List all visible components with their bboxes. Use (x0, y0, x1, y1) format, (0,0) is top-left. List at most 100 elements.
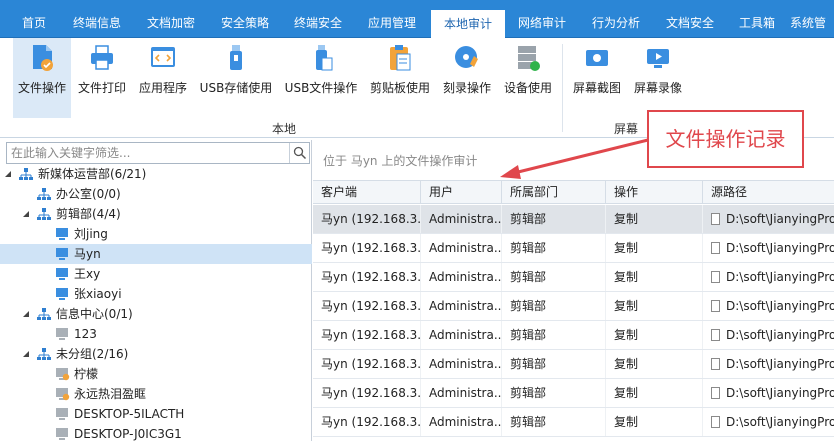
tree-node-label: 马yn (74, 247, 101, 261)
callout-arrow-icon (500, 138, 649, 179)
tree-terminal-node[interactable]: 柠檬 (0, 364, 312, 384)
cell-operation: 复制 (606, 379, 703, 407)
cell-text: D:\soft\JianyingPro (726, 299, 834, 313)
cell-text: 复制 (614, 241, 639, 255)
table-row[interactable]: 马yn (192.168.3... Administra... 剪辑部 复制 D:\so… (313, 408, 834, 437)
cell-text: 马yn (192.168.3... (321, 270, 421, 284)
ribbon-file-operation-button[interactable]: 文件操作 (13, 38, 71, 118)
cell-text: D:\soft\JianyingPro (726, 241, 834, 255)
tree-terminal-node[interactable]: 123 (0, 324, 312, 344)
cell-source-path: D:\soft\JianyingPro (703, 321, 834, 349)
computer-warning-icon (56, 388, 70, 401)
tab-app-management[interactable]: 应用管理 (357, 8, 427, 38)
clipboard-icon (390, 45, 411, 71)
usb-storage-icon (230, 45, 242, 70)
tab-behavior-analysis[interactable]: 行为分析 (581, 8, 651, 38)
ribbon-usb-file-button[interactable]: USB文件操作 (281, 38, 361, 118)
ribbon-screen-record-button[interactable]: 屏幕录像 (628, 38, 688, 118)
cell-text: D:\soft\JianyingPro (726, 270, 834, 284)
cell-text: 马yn (192.168.3... (321, 386, 421, 400)
tab-doc-security[interactable]: 文档安全 (655, 8, 725, 38)
tab-doc-encryption[interactable]: 文档加密 (136, 8, 206, 38)
column-header-client[interactable]: 客户端 (313, 181, 421, 203)
ribbon-disc-burn-button[interactable]: 刻录操作 (438, 38, 496, 118)
collapse-arrow-icon[interactable] (22, 310, 30, 318)
tab-network-audit[interactable]: 网络审计 (507, 8, 577, 38)
tree-terminal-node[interactable]: 张xiaoyi (0, 284, 312, 304)
tree-terminal-node[interactable]: DESKTOP-J0IC3G1 (0, 424, 312, 441)
ribbon-separator (562, 44, 563, 132)
tree-node-label: 信息中心(0/1) (56, 307, 133, 321)
cell-user: Administra... (421, 234, 502, 262)
tab-toolbox[interactable]: 工具箱 (729, 8, 785, 38)
tree-terminal-node[interactable]: 马yn (0, 244, 312, 264)
screenshot-icon (586, 50, 608, 66)
search-input[interactable] (11, 145, 291, 161)
cell-user: Administra... (421, 379, 502, 407)
table-row[interactable]: 马yn (192.168.3... Administra... 剪辑部 复制 D:\so… (313, 263, 834, 292)
cell-text: 复制 (614, 299, 639, 313)
tree-terminal-node[interactable]: 刘jing (0, 224, 312, 244)
ribbon-label: 刻录操作 (442, 81, 491, 95)
computer-icon (56, 228, 68, 240)
cell-text: 马yn (192.168.3... (321, 415, 421, 429)
ribbon-label: 文件打印 (77, 81, 126, 95)
tree-terminal-node[interactable]: 王xy (0, 264, 312, 284)
tab-home[interactable]: 首页 (10, 8, 58, 38)
cell-source-path: D:\soft\JianyingPro (703, 234, 834, 262)
cell-text: 剪辑部 (510, 212, 547, 226)
ribbon-label: USB文件操作 (284, 81, 358, 95)
cell-text: 剪辑部 (510, 241, 547, 255)
ribbon-label: 屏幕截图 (572, 81, 621, 95)
tree-group-node[interactable]: 未分组(2/16) (0, 344, 312, 364)
tree-group-node[interactable]: 新媒体运营部(6/21) (0, 164, 312, 184)
computer-icon (56, 328, 68, 340)
ribbon-application-button[interactable]: 应用程序 (134, 38, 192, 118)
file-icon (711, 387, 720, 399)
tab-terminal-info[interactable]: 终端信息 (60, 8, 134, 38)
location-label: 位于 马yn 上的文件操作审计 (323, 154, 478, 168)
file-icon (711, 300, 720, 312)
tree-node-label: 柠檬 (74, 367, 99, 381)
cell-text: 复制 (614, 357, 639, 371)
tab-system-management[interactable]: 系统管 (790, 8, 834, 38)
ribbon-device-button[interactable]: 设备使用 (500, 38, 556, 118)
cell-client: 马yn (192.168.3... (313, 234, 421, 262)
column-header-source-path[interactable]: 源路径 (703, 181, 834, 203)
tree-group-node[interactable]: 剪辑部(4/4) (0, 204, 312, 224)
ribbon-label: USB存储使用 (199, 81, 273, 95)
collapse-arrow-icon[interactable] (22, 210, 30, 218)
ribbon-file-print-button[interactable]: 文件打印 (74, 38, 130, 118)
tab-security-policy[interactable]: 安全策略 (210, 8, 280, 38)
org-group-icon (19, 168, 33, 180)
cell-text: Administra... (429, 270, 502, 284)
tab-local-audit[interactable]: 本地审计 (431, 10, 505, 38)
cell-user: Administra... (421, 321, 502, 349)
collapse-arrow-icon[interactable] (22, 350, 30, 358)
ribbon-clipboard-button[interactable]: 剪贴板使用 (366, 38, 434, 118)
search-button[interactable] (289, 143, 309, 163)
ribbon-group-local-label: 本地 (272, 122, 297, 136)
cell-department: 剪辑部 (502, 263, 606, 291)
table-row[interactable]: 马yn (192.168.3... Administra... 剪辑部 复制 D:\so… (313, 321, 834, 350)
table-row[interactable]: 马yn (192.168.3... Administra... 剪辑部 复制 D:\so… (313, 350, 834, 379)
cell-text: Administra... (429, 386, 502, 400)
ribbon-screenshot-button[interactable]: 屏幕截图 (568, 38, 626, 118)
collapse-arrow-icon[interactable] (4, 170, 12, 178)
cell-text: 复制 (614, 212, 639, 226)
cell-client: 马yn (192.168.3... (313, 379, 421, 407)
cell-client: 马yn (192.168.3... (313, 263, 421, 291)
table-row[interactable]: 马yn (192.168.3... Administra... 剪辑部 复制 D:\so… (313, 379, 834, 408)
cell-text: 复制 (614, 328, 639, 342)
tree-terminal-node[interactable]: DESKTOP-5ILACTH (0, 404, 312, 424)
tree-terminal-node[interactable]: 永远热泪盈眶 (0, 384, 312, 404)
table-row[interactable]: 马yn (192.168.3... Administra... 剪辑部 复制 D:\so… (313, 292, 834, 321)
table-row[interactable]: 马yn (192.168.3... Administra... 剪辑部 复制 D:\so… (313, 205, 834, 234)
tree-group-node[interactable]: 办公室(0/0) (0, 184, 312, 204)
ribbon-usb-storage-button[interactable]: USB存储使用 (196, 38, 276, 118)
tab-terminal-security[interactable]: 终端安全 (283, 8, 353, 38)
table-row[interactable]: 马yn (192.168.3... Administra... 剪辑部 复制 D:\so… (313, 234, 834, 263)
cell-text: 马yn (192.168.3... (321, 241, 421, 255)
cell-operation: 复制 (606, 321, 703, 349)
tree-group-node[interactable]: 信息中心(0/1) (0, 304, 312, 324)
